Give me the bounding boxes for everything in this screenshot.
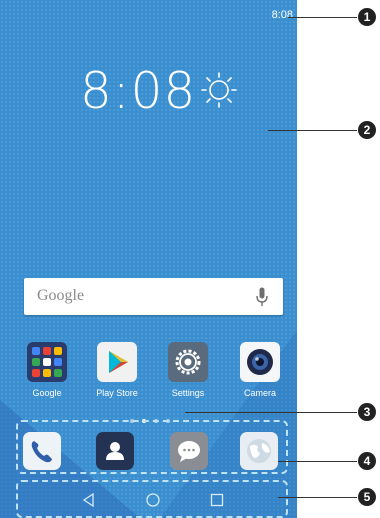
- app-label: Settings: [171, 388, 205, 398]
- recents-icon[interactable]: [210, 493, 224, 507]
- app-play-store[interactable]: Play Store: [85, 342, 149, 398]
- callout-marker-5: 5: [358, 488, 376, 506]
- app-label: Camera: [243, 388, 276, 398]
- phone-icon[interactable]: [23, 432, 61, 470]
- app-label: Play Store: [96, 388, 138, 398]
- play-store-icon: [97, 342, 137, 382]
- callout-marker-2: 2: [358, 121, 376, 139]
- messages-icon[interactable]: [170, 432, 208, 470]
- callout-marker-3: 3: [358, 403, 376, 421]
- clock-widget-time[interactable]: 8:08: [80, 66, 196, 116]
- app-camera[interactable]: Camera: [228, 342, 292, 398]
- google-search-bar[interactable]: Google: [24, 278, 283, 315]
- app-settings[interactable]: Settings: [156, 342, 220, 398]
- back-icon[interactable]: [82, 493, 96, 507]
- callout-line-4: [278, 461, 357, 462]
- status-bar-time: 8:08: [271, 9, 293, 21]
- phone-home-screen: 8:08 8:08 Google Google Play Store Setti…: [0, 0, 297, 518]
- callout-line-1: [288, 17, 357, 18]
- callout-line-3: [185, 412, 357, 413]
- browser-icon[interactable]: [240, 432, 278, 470]
- app-google-folder[interactable]: Google: [15, 342, 79, 398]
- callout-marker-4: 4: [358, 452, 376, 470]
- app-label: Google: [32, 388, 62, 398]
- google-logo-text: Google: [37, 287, 85, 304]
- page-indicator[interactable]: [130, 410, 180, 423]
- sun-icon[interactable]: [201, 72, 237, 108]
- settings-gear-icon: [168, 342, 208, 382]
- home-icon[interactable]: [146, 493, 160, 507]
- camera-icon: [240, 342, 280, 382]
- contacts-icon[interactable]: [96, 432, 134, 470]
- callout-line-2: [268, 130, 357, 131]
- google-folder-icon: [27, 342, 67, 382]
- callout-line-5: [278, 497, 357, 498]
- callout-marker-1: 1: [358, 8, 376, 26]
- microphone-icon[interactable]: [256, 287, 268, 307]
